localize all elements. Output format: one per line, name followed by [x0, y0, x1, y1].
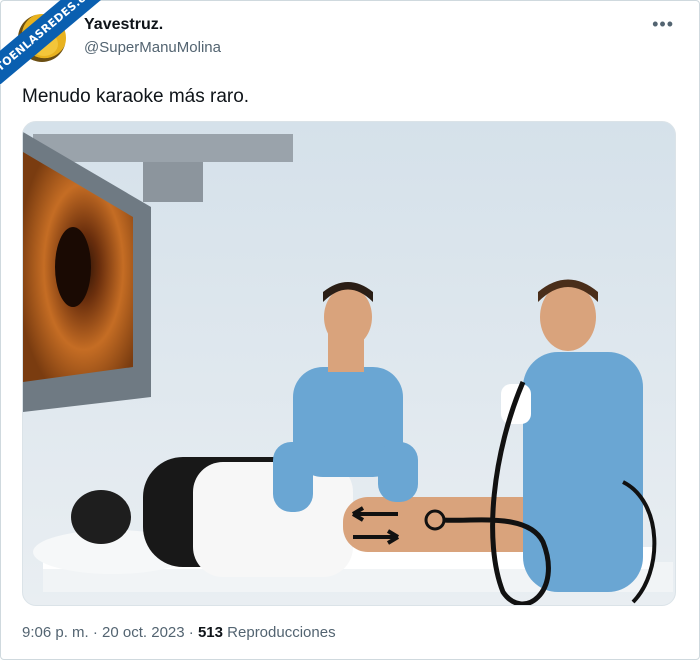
- author-name[interactable]: Yavestruz.: [84, 16, 163, 34]
- ellipsis-icon[interactable]: •••: [652, 14, 674, 35]
- tweet-footer: 9:06 p. m. · 20 oct. 2023 · 513 Reproduc…: [22, 624, 336, 641]
- tweet-image[interactable]: [22, 121, 676, 606]
- views-label: Reproducciones: [227, 624, 336, 641]
- tweet-text: Menudo karaoke más raro.: [22, 86, 250, 107]
- separator: ·: [188, 624, 194, 641]
- tweet-time[interactable]: 9:06 p. m.: [22, 624, 89, 641]
- endoscopy-illustration: [23, 122, 675, 605]
- separator: ·: [92, 624, 98, 641]
- author-handle[interactable]: @SuperManuMolina: [84, 39, 221, 56]
- tweet-date[interactable]: 20 oct. 2023: [102, 624, 185, 641]
- views-count: 513: [197, 624, 223, 641]
